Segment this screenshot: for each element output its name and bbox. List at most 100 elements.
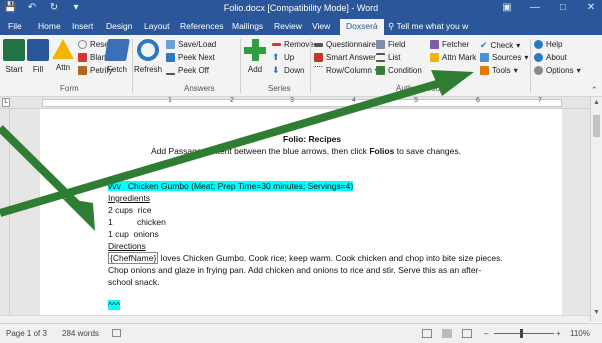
ingredients-heading: Ingredients xyxy=(108,193,151,203)
minimize-icon[interactable]: — xyxy=(528,2,542,13)
add-button[interactable]: Add xyxy=(242,39,268,74)
field-button[interactable]: Field xyxy=(376,40,405,49)
scroll-thumb[interactable] xyxy=(593,115,600,137)
options-button[interactable]: Options ▾ xyxy=(534,66,581,75)
tab-doxsera[interactable]: Doxserá xyxy=(340,19,384,35)
document-area[interactable]: Folio: Recipes Add Passage content betwe… xyxy=(0,109,590,322)
sources-button[interactable]: Sources ▾ xyxy=(480,53,528,62)
help-button[interactable]: Help xyxy=(534,40,562,49)
zoom-out-icon[interactable]: – xyxy=(484,329,488,338)
tab-layout[interactable]: Layout xyxy=(144,21,170,31)
form-group-label: Form xyxy=(60,84,79,93)
petrify-icon xyxy=(78,66,87,75)
proofing-icon[interactable] xyxy=(112,329,121,337)
zoom-in-icon[interactable]: + xyxy=(556,329,561,338)
question-icon xyxy=(78,53,87,62)
refresh-button[interactable]: Refresh xyxy=(134,39,162,74)
end-arrow-marker: ^^^ xyxy=(108,300,120,310)
zoom-level[interactable]: 110% xyxy=(570,329,590,338)
chevron-down-icon: ▾ xyxy=(576,66,581,75)
ribbon-tabs: File Home Insert Design Layout Reference… xyxy=(0,18,602,35)
about-button[interactable]: About xyxy=(534,53,567,62)
ingredient-row: 1 cup onions xyxy=(108,229,159,239)
fetcher-icon xyxy=(430,40,439,49)
list-icon xyxy=(376,53,385,62)
tab-home[interactable]: Home xyxy=(38,21,61,31)
fetch-button[interactable]: Fetch xyxy=(104,39,130,74)
down-button[interactable]: ⬇ Down xyxy=(272,66,304,76)
start-button[interactable]: Start xyxy=(2,39,26,74)
chevron-down-icon: ▾ xyxy=(513,66,518,75)
peek-next-button[interactable]: Peek Next xyxy=(166,53,215,62)
zoom-slider[interactable] xyxy=(494,333,554,334)
tab-view[interactable]: View xyxy=(312,21,330,31)
list-button[interactable]: List xyxy=(376,53,400,62)
sources-icon xyxy=(480,53,489,62)
authors-tools-group-label: Author's Tools xyxy=(396,84,446,93)
save-load-button[interactable]: Save/Load xyxy=(166,40,216,49)
save-load-icon xyxy=(166,40,175,49)
refresh-icon xyxy=(137,39,159,61)
up-button[interactable]: ⬆ Up xyxy=(272,52,294,63)
recipe-title-line: vvv Chicken Gumbo (Meat; Prep Time=30 mi… xyxy=(108,181,354,191)
tell-me-box[interactable]: ⚲ Tell me what you w xyxy=(388,21,468,32)
ruler-number: 4 xyxy=(352,97,356,104)
tools-button[interactable]: Tools ▾ xyxy=(480,66,518,75)
tab-selector-icon[interactable]: L xyxy=(2,98,10,107)
peek-off-button[interactable]: Peek Off xyxy=(166,66,209,75)
questionnaire-button[interactable]: Questionnaire▾ xyxy=(314,40,383,49)
arrow-up-icon: ⬆ xyxy=(272,52,280,62)
smart-answer-icon xyxy=(314,53,323,62)
fill-button[interactable]: Fill xyxy=(26,39,50,74)
ruler-number: 5 xyxy=(414,97,418,104)
word-count[interactable]: 284 words xyxy=(62,329,99,338)
tab-design[interactable]: Design xyxy=(106,21,132,31)
web-layout-icon[interactable] xyxy=(462,329,472,338)
horizontal-scrollbar[interactable] xyxy=(0,315,590,323)
print-layout-icon[interactable] xyxy=(442,329,452,338)
ruler-number: 1 xyxy=(168,97,172,104)
tab-review[interactable]: Review xyxy=(274,21,302,31)
maximize-icon[interactable]: □ xyxy=(556,2,570,13)
attn-button[interactable]: Attn xyxy=(50,39,76,72)
horizontal-ruler[interactable]: L 1 2 3 4 5 6 7 xyxy=(0,97,602,109)
tab-references[interactable]: References xyxy=(180,21,223,31)
window-controls: ▣ — □ ✕ xyxy=(500,2,598,13)
attn-mark-button[interactable]: Attn Mark xyxy=(430,53,476,62)
ingredient-row: 1 chicken xyxy=(108,217,166,227)
collapse-ribbon-icon[interactable]: ⌃ xyxy=(590,85,598,96)
ingredient-row: 2 cups rice xyxy=(108,205,152,215)
document-page[interactable]: Folio: Recipes Add Passage content betwe… xyxy=(40,109,562,322)
row-column-button[interactable]: Row/Column▾ xyxy=(314,66,379,75)
close-icon[interactable]: ✕ xyxy=(584,2,598,13)
field-icon xyxy=(376,40,385,49)
peek-off-icon xyxy=(166,66,175,75)
instruction-line: Add Passage content between the blue arr… xyxy=(151,146,461,156)
page-count[interactable]: Page 1 of 3 xyxy=(6,329,47,338)
tab-mailings[interactable]: Mailings xyxy=(232,21,263,31)
check-button[interactable]: ✔ Check ▾ xyxy=(480,40,520,51)
chef-name-field[interactable]: {ChefName} xyxy=(108,252,159,264)
info-icon xyxy=(534,53,543,62)
condition-button[interactable]: Condition xyxy=(376,66,422,75)
scroll-down-icon[interactable]: ▼ xyxy=(593,309,600,316)
ribbon: Start Fill Attn Reset Blanks Petrify Fet… xyxy=(0,35,602,97)
attn-mark-icon xyxy=(430,53,439,62)
smart-answer-button[interactable]: Smart Answer xyxy=(314,53,376,62)
tab-file[interactable]: File xyxy=(8,21,22,31)
ribbon-display-icon[interactable]: ▣ xyxy=(500,2,514,13)
fetcher-button[interactable]: Fetcher xyxy=(430,40,469,49)
zoom-slider-thumb[interactable] xyxy=(520,329,523,338)
tab-insert[interactable]: Insert xyxy=(72,21,93,31)
tell-me-text: Tell me what you w xyxy=(396,21,469,31)
vertical-scrollbar[interactable]: ▲ ▼ xyxy=(590,97,602,322)
directions-line: school snack. xyxy=(108,277,160,287)
answers-group-label: Answers xyxy=(184,84,215,93)
read-mode-icon[interactable] xyxy=(422,329,432,338)
status-bar: Page 1 of 3 284 words – + 110% xyxy=(0,323,602,343)
scroll-up-icon[interactable]: ▲ xyxy=(593,99,600,106)
gear-icon xyxy=(534,66,543,75)
arrow-right-icon xyxy=(166,53,175,62)
row-column-icon xyxy=(314,66,323,75)
remove-button[interactable]: Remove xyxy=(272,40,314,49)
